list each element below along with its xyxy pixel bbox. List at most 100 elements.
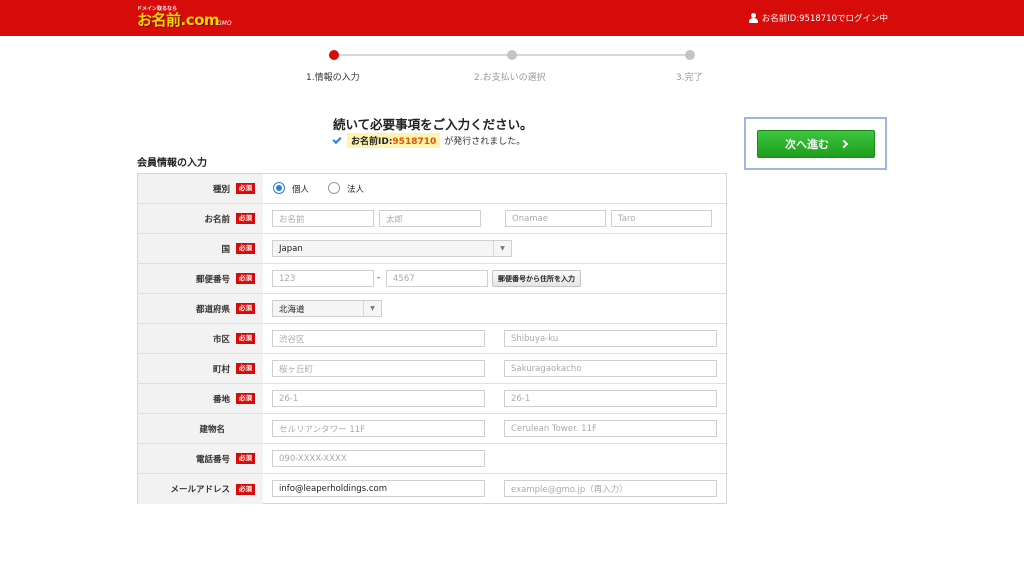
chevron-right-icon [839,139,849,149]
required-badge: 必須 [236,453,255,464]
city-roman-input[interactable]: Shibuya-ku [504,330,717,347]
building-roman-input[interactable]: Cerulean Tower. 11F [504,420,717,437]
city-label: 市区 [212,334,230,345]
row-label: 市区 必須 [138,324,263,353]
form-row-email: メールアドレス 必須 info@leaperholdings.com examp… [138,474,726,504]
building-input[interactable]: セルリアンタワー 11F [272,420,485,437]
postal-first-input[interactable]: 123 [272,270,374,287]
type-label: 種別 [212,184,230,195]
prefecture-label: 都道府県 [195,304,230,315]
block-input[interactable]: 26-1 [272,390,485,407]
row-label: お名前 必須 [138,204,263,233]
login-status-text: お名前ID:9518710でログイン中 [761,14,888,24]
postal-lookup-button[interactable]: 郵便番号から住所を入力 [492,270,581,287]
form-row-type: 種別 必須 個人 法人 [138,174,726,204]
email-label: メールアドレス [170,485,230,495]
form-row-building: 建物名 セルリアンタワー 11F Cerulean Tower. 11F [138,414,726,444]
form-row-block: 番地 必須 26-1 26-1 [138,384,726,414]
issued-suffix: が発行されました。 [444,137,526,147]
email-confirm-input[interactable]: example@gmo.jp（再入力） [504,480,717,497]
id-number: 9518710 [392,137,437,147]
form-row-phone: 電話番号 必須 090-XXXX-XXXX [138,444,726,474]
name-label: お名前 [204,214,230,225]
form-row-country: 国 必須 Japan ▼ [138,234,726,264]
step-connector [512,54,690,56]
member-info-form: 種別 必須 個人 法人 お名前 必須 お名前 太郎 Onamae Taro 国 … [137,173,727,504]
phone-label: 電話番号 [195,454,230,465]
radio-individual-label[interactable]: 個人 [292,183,309,195]
town-input[interactable]: 桜ヶ丘町 [272,360,485,377]
id-prefix: お名前ID: [351,137,393,147]
radio-corporate-label[interactable]: 法人 [347,183,364,195]
country-label: 国 [221,244,230,255]
required-badge: 必須 [236,213,255,224]
id-issued-message: お名前ID:9518710 が発行されました。 [332,133,526,148]
chevron-down-icon: ▼ [493,241,511,256]
town-label: 町村 [212,364,230,375]
next-button-label: 次へ進む [785,138,829,151]
prefecture-select[interactable]: 北海道 ▼ [272,300,382,317]
check-icon [332,134,342,144]
row-label: 建物名 [138,414,263,443]
last-name-roman-input[interactable]: Onamae [505,210,606,227]
email-input[interactable]: info@leaperholdings.com [272,480,485,497]
step-2-dot [507,50,517,60]
form-row-prefecture: 都道府県 必須 北海道 ▼ [138,294,726,324]
step-3-dot [685,50,695,60]
row-label: 都道府県 必須 [138,294,263,323]
step-1-label: 1.情報の入力 [306,73,360,83]
radio-corporate[interactable] [328,182,340,194]
step-1-dot [329,50,339,60]
form-row-town: 町村 必須 桜ヶ丘町 Sakuragaokacho [138,354,726,384]
row-label: 郵便番号 必須 [138,264,263,293]
town-roman-input[interactable]: Sakuragaokacho [504,360,717,377]
radio-individual[interactable] [273,182,285,194]
logo-text: お名前.com [137,11,220,29]
block-label: 番地 [212,394,230,405]
first-name-input[interactable]: 太郎 [379,210,481,227]
row-label: 種別 必須 [138,174,263,203]
step-2-label: 2.お支払いの選択 [474,73,546,83]
step-connector [334,54,512,56]
progress-steps: 1.情報の入力 2.お支払いの選択 3.完了 [0,44,1024,84]
postal-second-input[interactable]: 4567 [386,270,488,287]
row-label: 電話番号 必須 [138,444,263,473]
logo-gmo: GMO [217,20,232,27]
last-name-input[interactable]: お名前 [272,210,374,227]
required-badge: 必須 [236,333,255,344]
member-id-badge: お名前ID:9518710 [347,133,441,148]
required-badge: 必須 [236,273,255,284]
header-bar: ドメイン取るなら お名前.com GMO お名前ID:9518710でログイン中 [0,0,1024,36]
required-badge: 必須 [236,183,255,194]
city-input[interactable]: 渋谷区 [272,330,485,347]
required-badge: 必須 [236,363,255,374]
login-status: お名前ID:9518710でログイン中 [748,12,888,24]
next-button[interactable]: 次へ進む [757,130,875,158]
chevron-down-icon: ▼ [363,301,381,316]
next-button-frame: 次へ進む [744,117,887,170]
form-row-postal: 郵便番号 必須 123 - 4567 郵便番号から住所を入力 [138,264,726,294]
intro-title: 続いて必要事項をご入力ください。 [333,117,533,132]
prefecture-value: 北海道 [279,304,305,315]
row-label: メールアドレス 必須 [138,474,263,504]
postal-separator: - [377,273,381,283]
required-badge: 必須 [236,393,255,404]
phone-input[interactable]: 090-XXXX-XXXX [272,450,485,467]
building-label: 建物名 [199,424,225,435]
first-name-roman-input[interactable]: Taro [611,210,712,227]
section-title: 会員情報の入力 [137,158,207,169]
required-badge: 必須 [236,303,255,314]
form-row-city: 市区 必須 渋谷区 Shibuya-ku [138,324,726,354]
form-row-name: お名前 必須 お名前 太郎 Onamae Taro [138,204,726,234]
country-select[interactable]: Japan ▼ [272,240,512,257]
user-icon [748,13,758,23]
postal-label: 郵便番号 [195,274,230,285]
required-badge: 必須 [236,243,255,254]
row-label: 番地 必須 [138,384,263,413]
row-label: 国 必須 [138,234,263,263]
country-value: Japan [279,243,303,254]
required-badge: 必須 [236,483,255,495]
row-label: 町村 必須 [138,354,263,383]
block-roman-input[interactable]: 26-1 [504,390,717,407]
onamae-logo[interactable]: ドメイン取るなら お名前.com GMO [137,5,247,31]
